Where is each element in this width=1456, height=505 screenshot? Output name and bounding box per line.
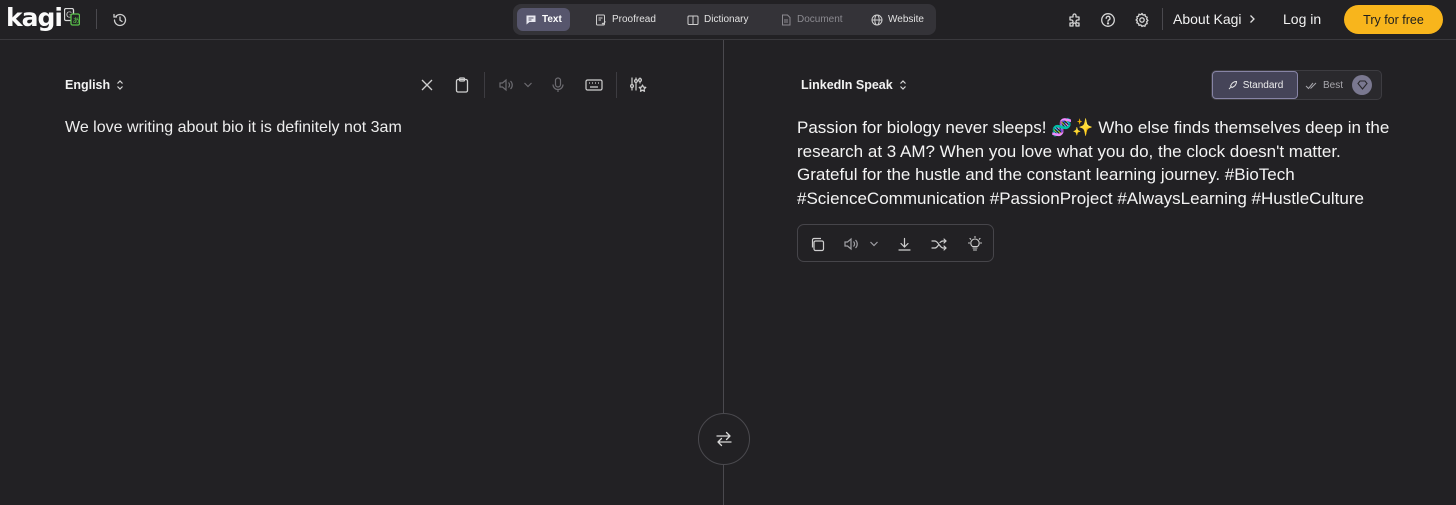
chevron-right-icon (1248, 14, 1256, 24)
target-language-select[interactable]: LinkedIn Speak (801, 78, 907, 92)
swap-arrows-icon (715, 431, 733, 447)
top-bar: kagi G あ Text Proofread Dictionary Docum… (0, 0, 1456, 40)
source-language-select[interactable]: English (65, 78, 124, 92)
speaker-icon[interactable] (840, 233, 862, 255)
mode-best-button[interactable]: Best (1305, 71, 1343, 99)
tab-document[interactable]: Document (772, 8, 851, 31)
copy-icon[interactable] (806, 233, 828, 255)
divider (616, 72, 617, 98)
globe-icon (871, 14, 883, 26)
swap-languages-button[interactable] (698, 413, 750, 465)
settings-icon[interactable] (1131, 9, 1153, 31)
try-for-free-button[interactable]: Try for free (1344, 5, 1443, 34)
tab-dictionary-label: Dictionary (704, 14, 749, 25)
select-arrows-icon (116, 79, 124, 91)
translate-logo-icon: G あ (64, 8, 80, 26)
mode-best-label: Best (1323, 79, 1344, 91)
tab-dictionary[interactable]: Dictionary (679, 8, 756, 31)
login-link[interactable]: Log in (1283, 11, 1321, 27)
divider (1162, 8, 1163, 30)
mode-tabs: Text Proofread Dictionary Document Websi… (513, 4, 936, 35)
document-icon (780, 14, 792, 26)
tab-text[interactable]: Text (517, 8, 570, 31)
premium-gem-icon (1352, 75, 1372, 95)
rocket-icon (1227, 80, 1238, 91)
tab-text-label: Text (542, 14, 562, 25)
output-action-bar (797, 224, 994, 262)
kagi-logo[interactable]: kagi (6, 3, 63, 33)
keyboard-icon[interactable] (583, 75, 605, 95)
shuffle-icon[interactable] (928, 233, 950, 255)
double-check-icon (1305, 81, 1318, 90)
microphone-icon[interactable] (548, 75, 568, 95)
svg-text:あ: あ (73, 17, 80, 25)
tab-website[interactable]: Website (863, 8, 932, 31)
quality-mode-toggle: Standard Best (1211, 70, 1382, 100)
paste-clipboard-icon[interactable] (452, 75, 472, 95)
chevron-down-icon[interactable] (868, 237, 880, 251)
tab-website-label: Website (888, 14, 924, 25)
download-icon[interactable] (893, 233, 915, 255)
source-text-input[interactable]: We love writing about bio it is definite… (65, 119, 402, 137)
speaker-icon[interactable] (496, 75, 516, 95)
target-language-label: LinkedIn Speak (801, 78, 893, 92)
translation-output: Passion for biology never sleeps! 🧬✨ Who… (797, 118, 1390, 208)
extension-icon[interactable] (1064, 9, 1086, 31)
select-arrows-icon (899, 79, 907, 91)
proofread-icon (595, 14, 607, 26)
book-icon (687, 14, 699, 26)
lightbulb-icon[interactable] (964, 233, 986, 255)
help-icon[interactable] (1097, 9, 1119, 31)
divider (96, 9, 97, 29)
tab-document-label: Document (797, 14, 843, 25)
about-kagi-link[interactable]: About Kagi (1173, 11, 1256, 27)
divider (484, 72, 485, 98)
history-icon[interactable] (110, 10, 130, 30)
about-kagi-label: About Kagi (1173, 11, 1242, 27)
style-sliders-icon[interactable] (627, 74, 649, 96)
chat-bubble-icon (525, 14, 537, 26)
chevron-down-icon[interactable] (522, 78, 534, 92)
clear-icon[interactable] (417, 75, 437, 95)
source-language-label: English (65, 78, 111, 92)
tab-proofread[interactable]: Proofread (587, 8, 664, 31)
mode-standard-button[interactable]: Standard (1212, 71, 1298, 99)
mode-standard-label: Standard (1242, 79, 1284, 91)
tab-proofread-label: Proofread (612, 14, 656, 25)
